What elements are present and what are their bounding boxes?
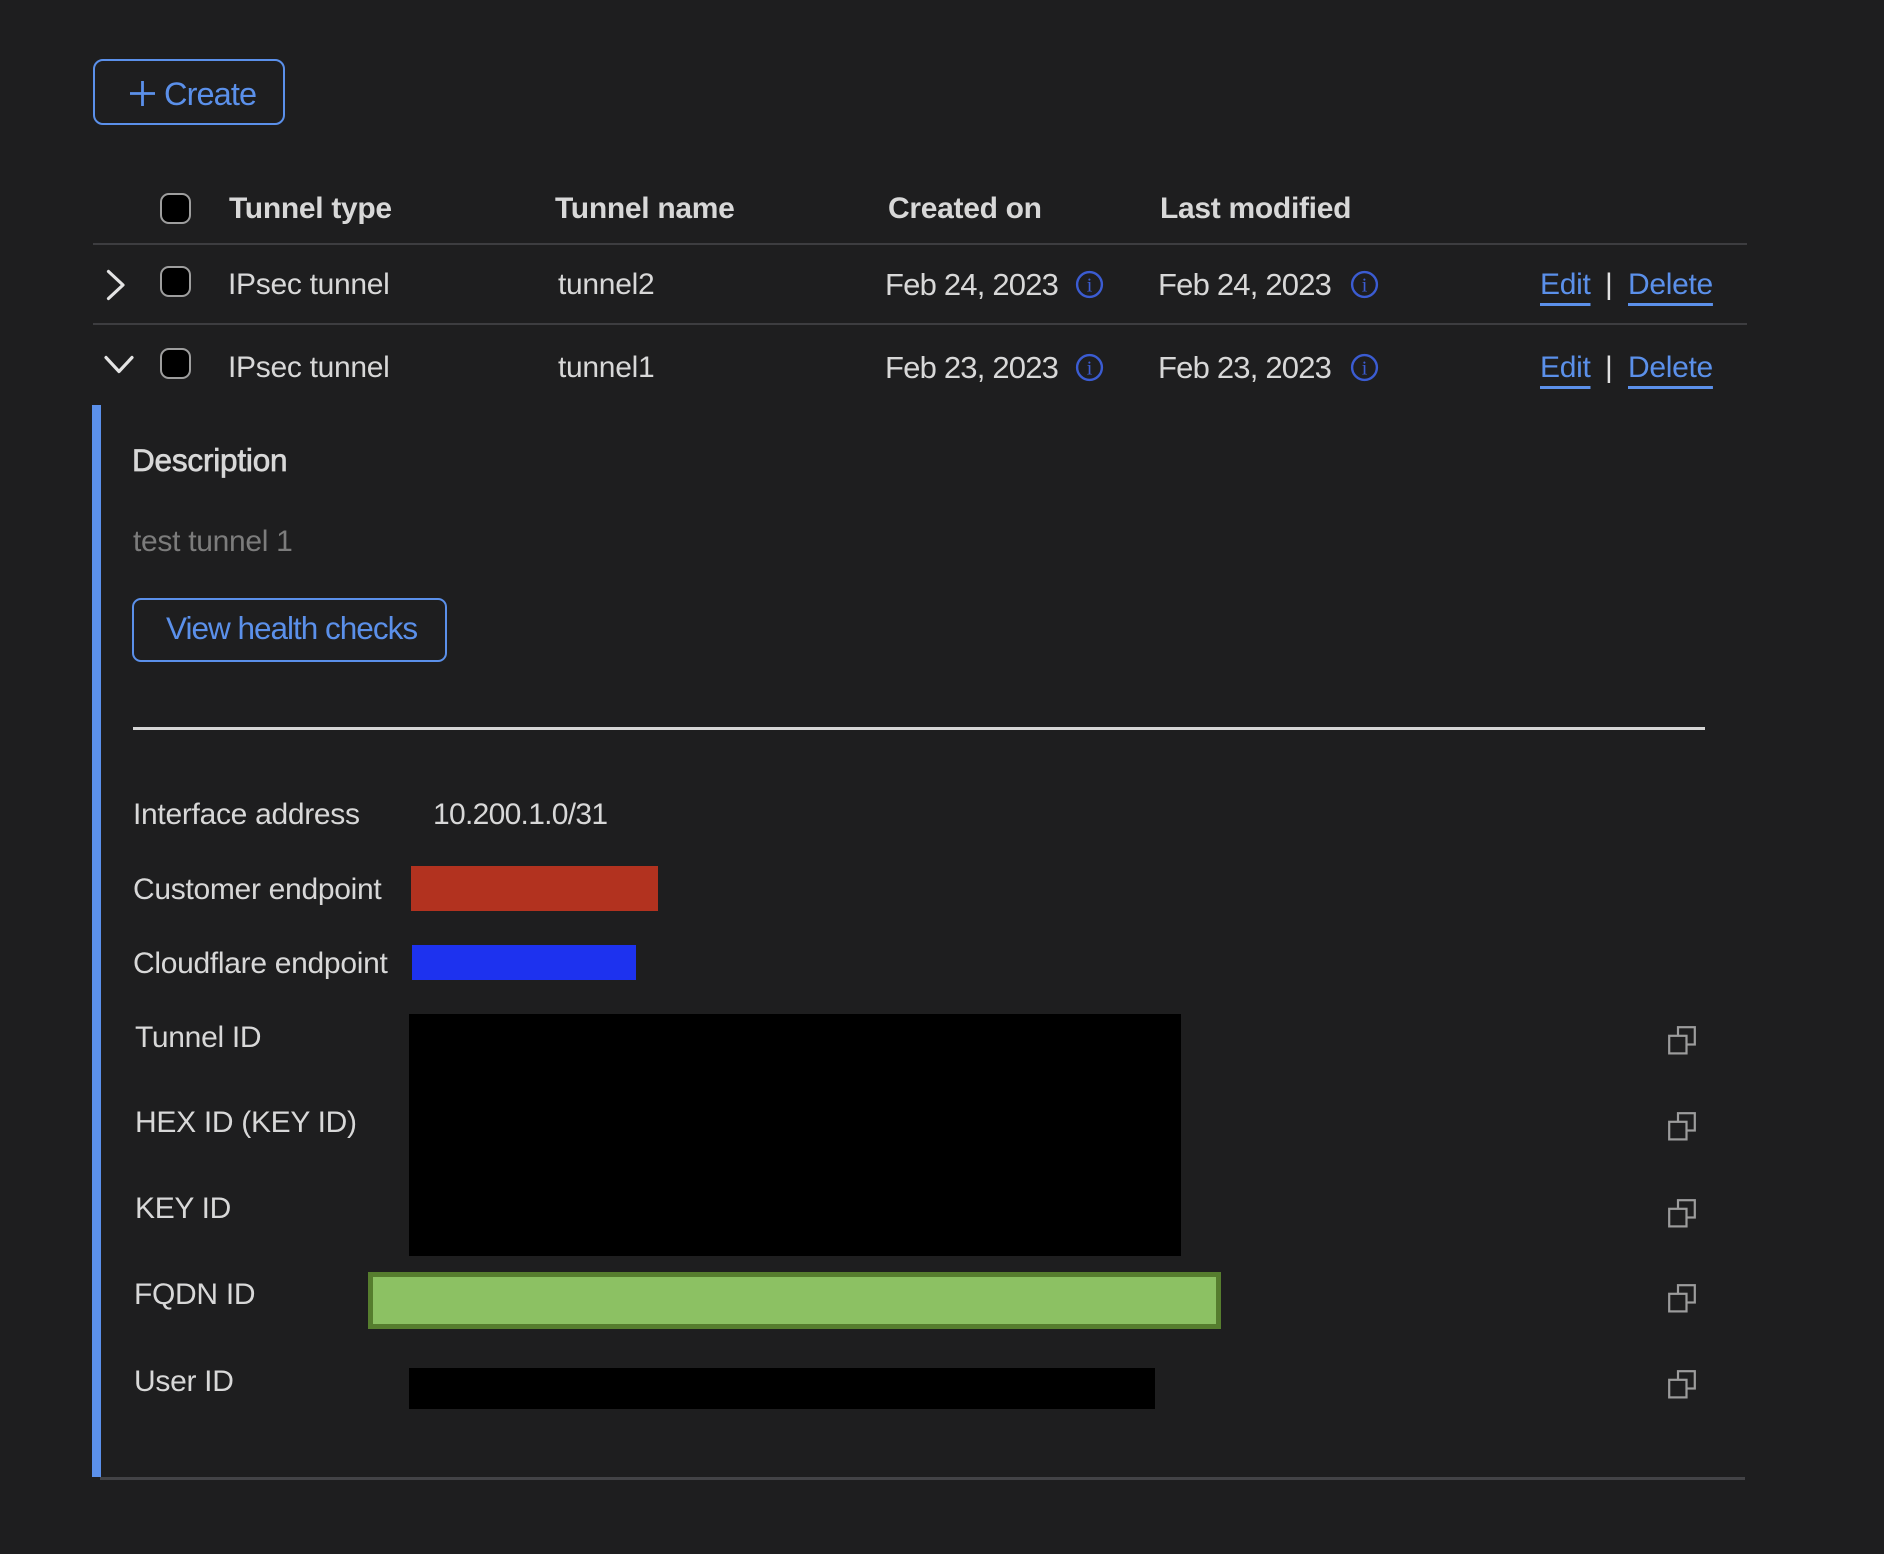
svg-text:i: i [1087, 275, 1093, 297]
svg-text:i: i [1362, 358, 1368, 380]
svg-text:i: i [1087, 358, 1093, 380]
svg-text:i: i [1362, 275, 1368, 297]
